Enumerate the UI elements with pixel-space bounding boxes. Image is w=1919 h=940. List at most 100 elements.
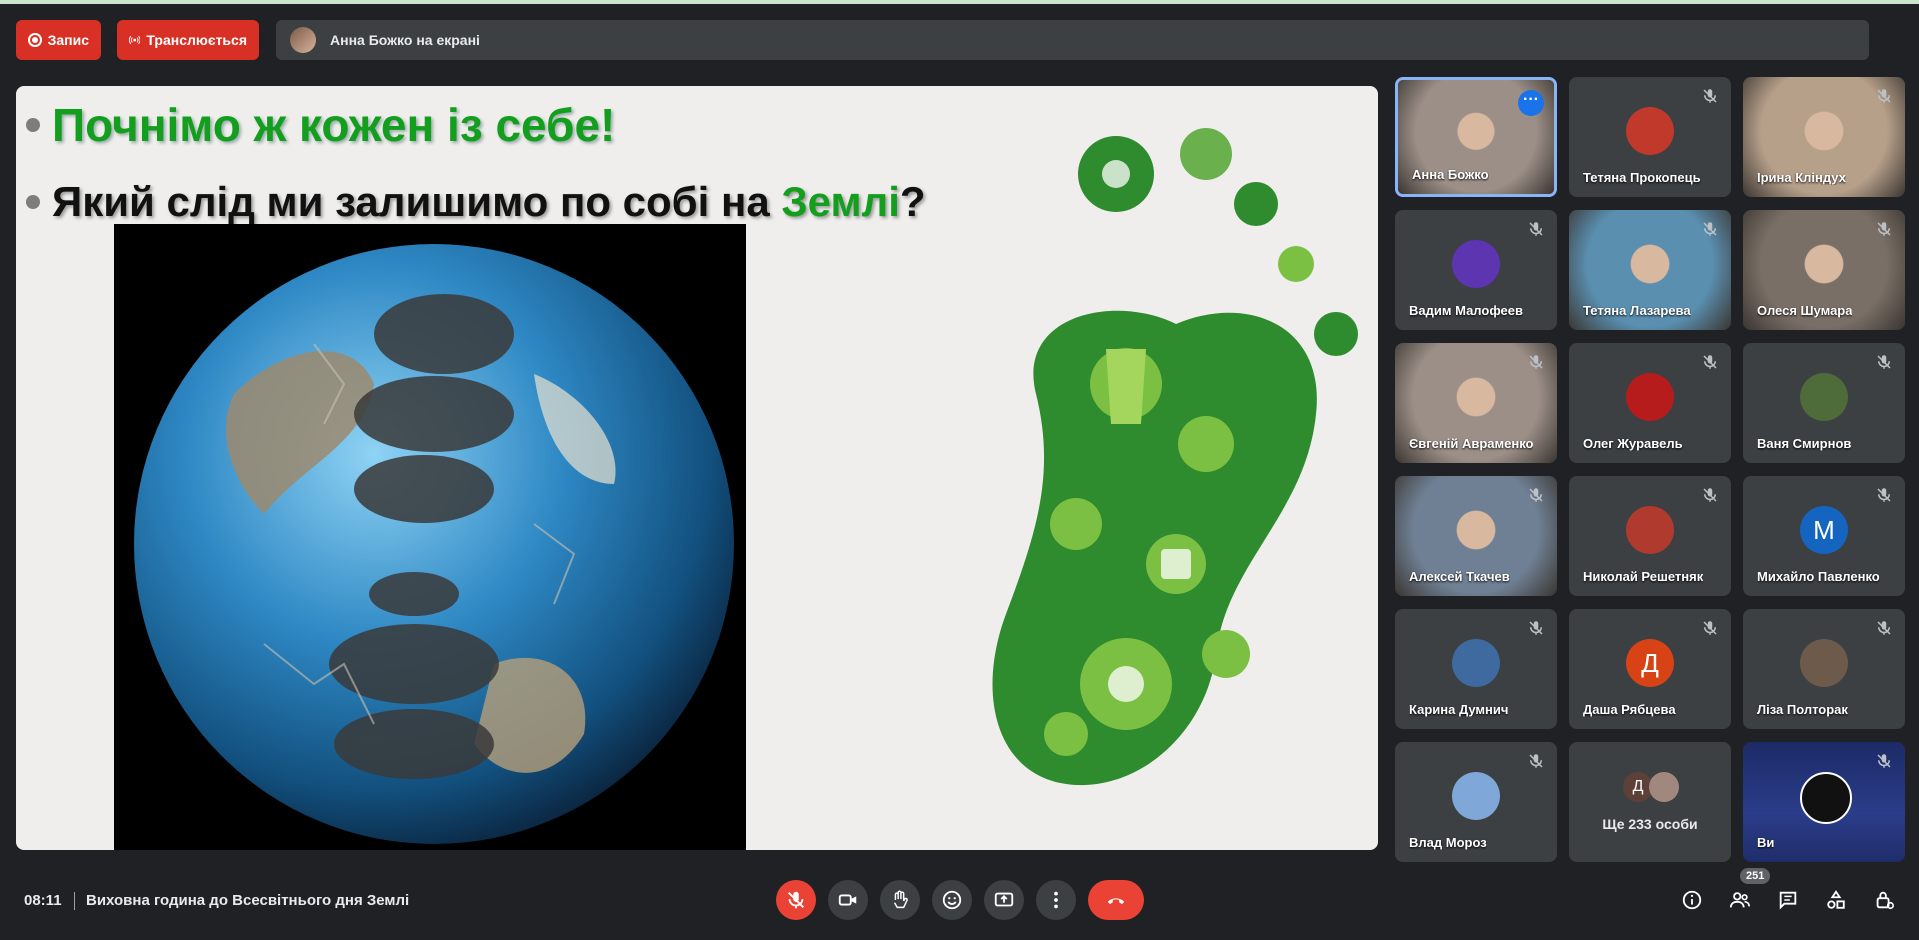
shapes-icon (1827, 890, 1845, 909)
participant-tile[interactable]: Карина Думнич (1395, 609, 1557, 729)
people-button[interactable] (1726, 886, 1754, 914)
mic-off-icon (1701, 486, 1719, 504)
participant-count-badge: 251 (1740, 868, 1771, 884)
mic-off-icon (1527, 353, 1545, 371)
meeting-title: Виховна година до Всесвітнього дня Землі (86, 892, 410, 909)
camera-off-avatar (1800, 772, 1852, 824)
participant-name: Влад Мороз (1409, 835, 1487, 850)
mic-off-icon (1701, 353, 1719, 371)
participant-tile[interactable]: Тетяна Лазарева (1569, 210, 1731, 330)
activities-button[interactable] (1822, 886, 1850, 914)
mic-off-icon (1701, 87, 1719, 105)
meeting-clock: 08:11 (24, 892, 62, 909)
mic-off-icon (1527, 486, 1545, 504)
participant-name: Михайло Павленко (1757, 569, 1880, 584)
participant-name: Вадим Малофеев (1409, 303, 1523, 318)
participant-tile[interactable]: Николай Решетняк (1569, 476, 1731, 596)
chat-button[interactable] (1774, 886, 1802, 914)
participant-avatar (1452, 772, 1500, 820)
participant-tile[interactable]: Ви (1743, 742, 1905, 862)
participant-tile[interactable]: Олег Журавель (1569, 343, 1731, 463)
participant-name: Даша Рябцева (1583, 702, 1676, 717)
participant-tile[interactable]: Д Ще 233 особи (1569, 742, 1731, 862)
mic-off-icon (1875, 353, 1893, 371)
participant-tile[interactable]: Влад Мороз (1395, 742, 1557, 862)
host-controls-button[interactable] (1870, 886, 1898, 914)
mic-off-icon (1527, 619, 1545, 637)
slide-line-2-text: Який слід ми залишимо по собі на Землі? (52, 178, 926, 226)
eco-footprint-illustration (992, 128, 1358, 786)
earth-illustration (134, 244, 734, 844)
presenting-text: Анна Божко на екрані (330, 32, 480, 48)
camera-toggle-button[interactable] (828, 880, 868, 920)
slide-line-2: Який слід ми залишимо по собі на Землі? (26, 178, 926, 226)
participant-avatar (1626, 373, 1674, 421)
participant-tile[interactable]: Алексей Ткачев (1395, 476, 1557, 596)
participant-tile[interactable]: Ваня Смирнов (1743, 343, 1905, 463)
participant-tile[interactable]: Євгеній Авраменко (1395, 343, 1557, 463)
recording-label: Запис (47, 32, 89, 48)
presenting-banner[interactable]: Анна Божко на екрані (276, 20, 1869, 60)
mic-off-icon (1527, 752, 1545, 770)
participant-avatar (1800, 373, 1848, 421)
participant-avatar (1452, 639, 1500, 687)
more-vert-icon (1054, 891, 1058, 909)
mic-off-icon (1875, 486, 1893, 504)
meeting-details-button[interactable] (1678, 886, 1706, 914)
leave-call-button[interactable] (1088, 880, 1144, 920)
mic-off-icon (1875, 87, 1893, 105)
presentation-slide: Почнімо ж кожен із себе! Який слід ми за… (16, 86, 1378, 850)
reactions-button[interactable] (932, 880, 972, 920)
lock-person-icon (1876, 891, 1894, 910)
mic-off-icon (788, 891, 804, 909)
participant-name: Ліза Полторак (1757, 702, 1848, 717)
slide-line-1: Почнімо ж кожен із себе! (26, 98, 615, 152)
participant-name: Євгеній Авраменко (1409, 436, 1534, 451)
raise-hand-button[interactable] (880, 880, 920, 920)
participant-name: Олеся Шумара (1757, 303, 1853, 318)
more-avatars: Д (1623, 772, 1679, 802)
top-accent-line (0, 0, 1919, 4)
line2-highlight: Землі (781, 178, 900, 225)
line2-suffix: ? (899, 178, 926, 225)
participant-name: Тетяна Лазарева (1583, 303, 1691, 318)
present-screen-button[interactable] (984, 880, 1024, 920)
record-icon (28, 33, 42, 47)
live-stream-button[interactable]: Транслюється (117, 20, 259, 60)
participant-avatar (1649, 772, 1679, 802)
participant-tile[interactable]: Вадим Малофеев (1395, 210, 1557, 330)
microphone-toggle-button[interactable] (776, 880, 816, 920)
earth-footprint-image (114, 224, 746, 850)
participant-name: Карина Думнич (1409, 702, 1509, 717)
divider (74, 892, 75, 910)
slide-line-1-text: Почнімо ж кожен із себе! (52, 99, 616, 151)
mic-off-icon (1701, 220, 1719, 238)
more-options-button[interactable] (1036, 880, 1076, 920)
participant-tile[interactable]: Д Даша Рябцева (1569, 609, 1731, 729)
mic-off-icon (1527, 220, 1545, 238)
participant-name: Олег Журавель (1583, 436, 1683, 451)
participant-tile[interactable]: Анна Божко ··· (1395, 77, 1557, 197)
participant-name: Ірина Кліндух (1757, 170, 1846, 185)
participant-avatar (1452, 240, 1500, 288)
info-icon (1682, 890, 1702, 910)
emoji-icon (942, 890, 962, 910)
participant-tile[interactable]: Ірина Кліндух (1743, 77, 1905, 197)
hang-up-icon (1107, 898, 1125, 905)
participant-tile[interactable]: Ліза Полторак (1743, 609, 1905, 729)
participant-avatar: Д (1626, 639, 1674, 687)
participant-tile[interactable]: М Михайло Павленко (1743, 476, 1905, 596)
mic-off-icon (1875, 752, 1893, 770)
bullet-icon (26, 195, 40, 209)
recording-button[interactable]: Запис (16, 20, 101, 60)
participant-avatar: М (1800, 506, 1848, 554)
participant-tile[interactable]: Тетяна Прокопець (1569, 77, 1731, 197)
participant-avatar (1800, 639, 1848, 687)
mic-off-icon (1875, 220, 1893, 238)
participant-tile[interactable]: Олеся Шумара (1743, 210, 1905, 330)
line2-prefix: Який слід ми залишимо по собі на (52, 178, 782, 225)
mic-off-icon (1701, 619, 1719, 637)
broadcast-icon (129, 35, 141, 45)
tile-options-button[interactable]: ··· (1518, 90, 1544, 116)
present-icon (994, 892, 1014, 907)
